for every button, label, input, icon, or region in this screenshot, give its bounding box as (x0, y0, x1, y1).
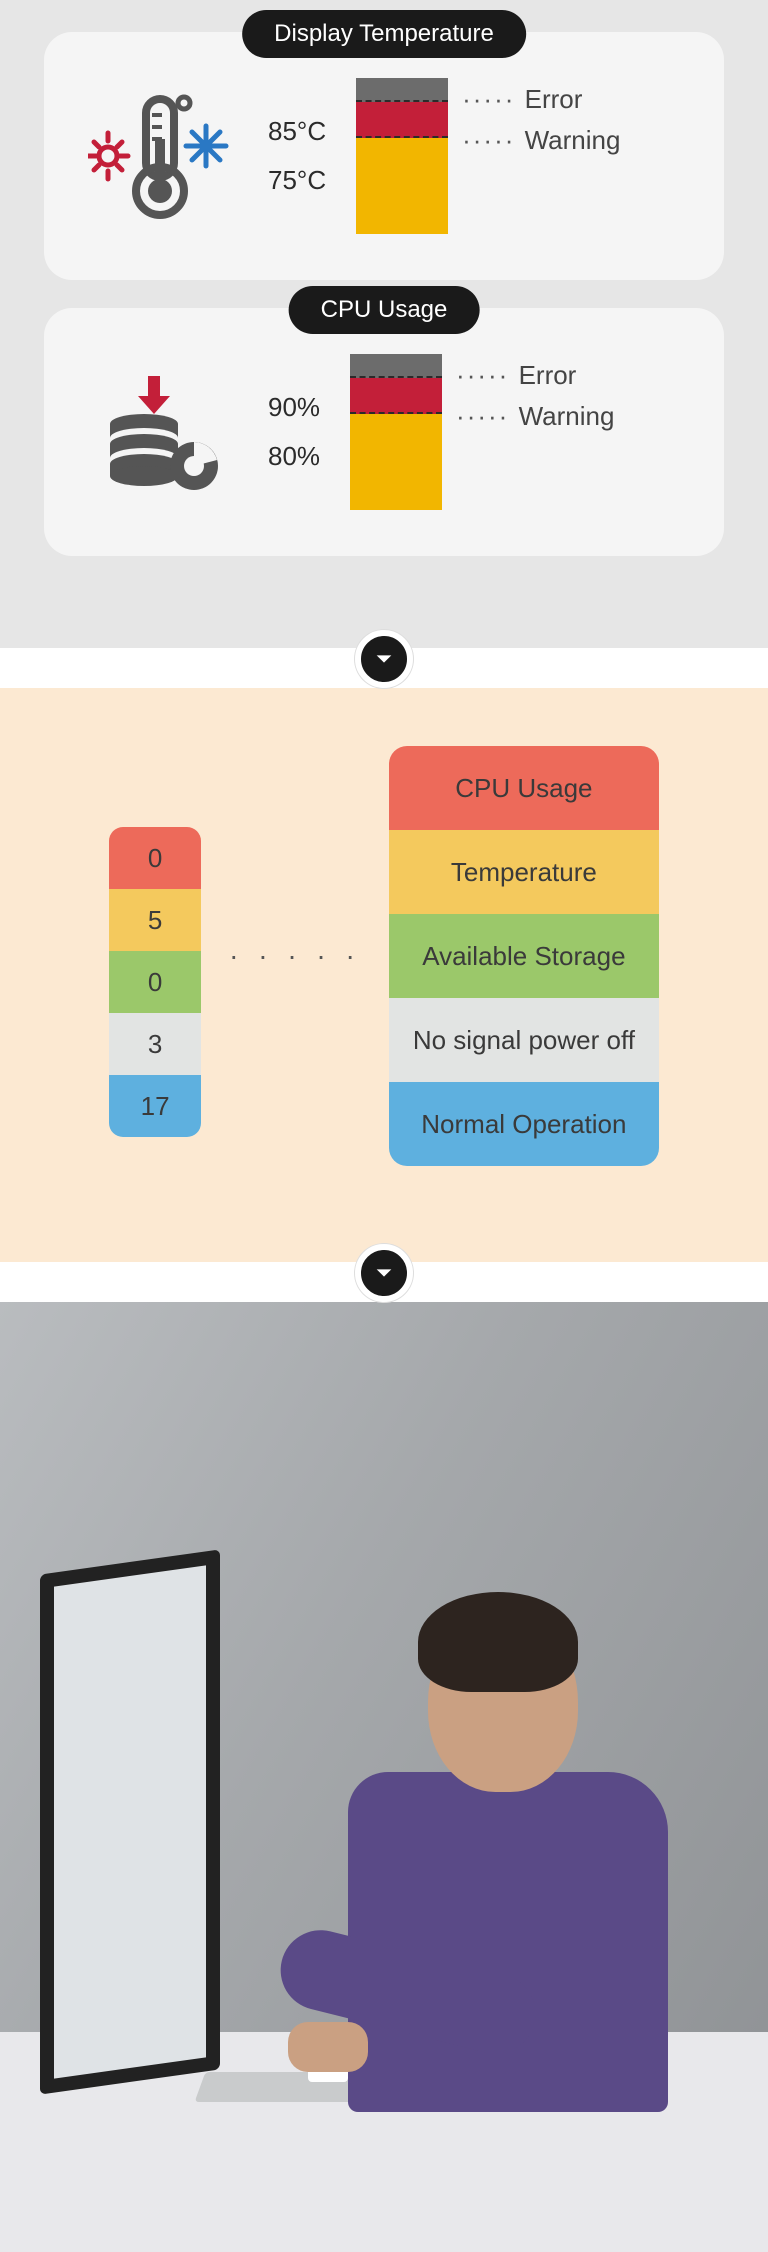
temp-readings: 85°C 75°C (268, 116, 326, 196)
cpu-error-value: 90% (268, 392, 320, 423)
temp-warning-label: Warning (462, 125, 620, 156)
count-normal: 17 (109, 1075, 201, 1137)
thresholds-section: Display Temperature (0, 0, 768, 648)
count-temp: 5 (109, 889, 201, 951)
temp-warning-value: 75°C (268, 165, 326, 196)
database-usage-icon (88, 372, 238, 492)
connector-dots: · · · · · (229, 940, 361, 972)
operator-photo (0, 1302, 768, 2252)
card-title-pill: CPU Usage (289, 286, 480, 334)
cpu-readings: 90% 80% (268, 392, 320, 472)
cpu-error-label: Error (456, 360, 614, 391)
cpu-usage-card: CPU Usage (44, 308, 724, 556)
label-nosignal: No signal power off (389, 998, 659, 1082)
status-legend-section: 0 5 0 3 17 · · · · · CPU Usage Temperatu… (0, 688, 768, 1262)
monitor-icon (40, 1549, 220, 2094)
status-labels-column: CPU Usage Temperature Available Storage … (389, 746, 659, 1166)
down-arrow-icon (355, 630, 413, 688)
thermometer-icon (88, 91, 238, 221)
label-storage: Available Storage (389, 914, 659, 998)
cpu-gauge-labels: Error Warning (456, 354, 614, 432)
count-nosignal: 3 (109, 1013, 201, 1075)
status-counts-column: 0 5 0 3 17 (109, 827, 201, 1137)
label-normal: Normal Operation (389, 1082, 659, 1166)
temp-gauge-labels: Error Warning (462, 78, 620, 156)
label-temp: Temperature (389, 830, 659, 914)
cpu-gauge (350, 354, 442, 510)
temp-gauge (356, 78, 448, 234)
label-cpu: CPU Usage (389, 746, 659, 830)
cpu-warning-value: 80% (268, 441, 320, 472)
temp-error-label: Error (462, 84, 620, 115)
temp-error-value: 85°C (268, 116, 326, 147)
down-arrow-icon (355, 1244, 413, 1302)
count-storage: 0 (109, 951, 201, 1013)
display-temperature-card: Display Temperature (44, 32, 724, 280)
person-illustration (358, 1572, 698, 2092)
card-title-pill: Display Temperature (242, 10, 526, 58)
cpu-warning-label: Warning (456, 401, 614, 432)
count-cpu: 0 (109, 827, 201, 889)
